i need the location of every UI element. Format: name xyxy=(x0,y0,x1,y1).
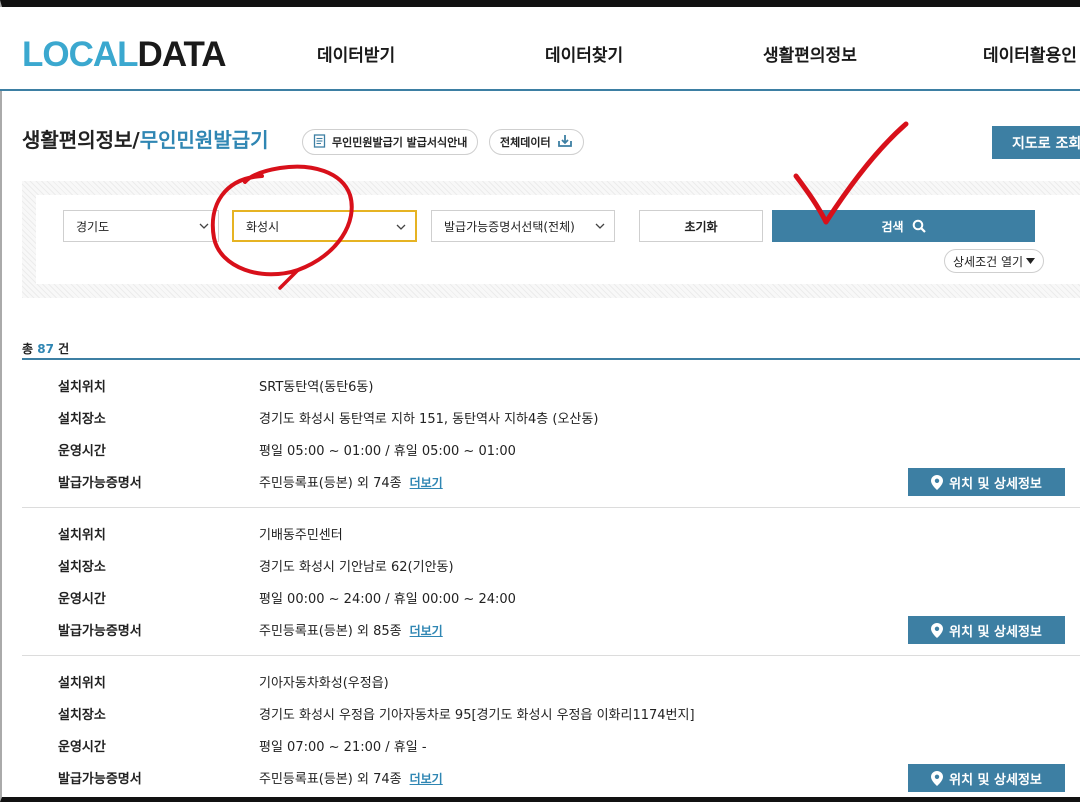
caret-down-icon xyxy=(1026,258,1036,264)
chevron-down-icon xyxy=(396,224,406,230)
result-count-number: 87 xyxy=(37,342,54,356)
location-detail-button[interactable]: 위치 및 상세정보 xyxy=(908,764,1065,792)
available-certificates: 주민등록표(등본) 외 85종 더보기 xyxy=(259,624,443,639)
more-link[interactable]: 더보기 xyxy=(410,772,443,786)
install-location: SRT동탄역(동탄6동) xyxy=(259,380,374,395)
record-row: 설치장소 경기도 화성시 우정읍 기아자동차로 95[경기도 화성시 우정읍 이… xyxy=(22,704,1080,724)
nav-data-use[interactable]: 데이터활용인 xyxy=(983,41,1077,66)
list-item: 설치위치 기배동주민센터 설치장소 경기도 화성시 기안남로 62(기안동) 운… xyxy=(22,508,1080,656)
form-guide-button[interactable]: 무인민원발급기 발급서식안내 xyxy=(302,129,479,155)
operating-hours: 평일 07:00 ~ 21:00 / 휴일 - xyxy=(259,740,427,755)
record-row: 설치위치 기배동주민센터 xyxy=(22,524,1080,544)
operating-hours: 평일 00:00 ~ 24:00 / 휴일 00:00 ~ 24:00 xyxy=(259,592,516,607)
record-row: 운영시간 평일 05:00 ~ 01:00 / 휴일 05:00 ~ 01:00 xyxy=(22,440,1080,460)
map-view-button[interactable]: 지도로 조회 xyxy=(992,126,1080,159)
province-select[interactable]: 경기도 xyxy=(63,210,219,242)
result-count: 총 87 건 xyxy=(22,342,70,356)
record-row: 운영시간 평일 00:00 ~ 24:00 / 휴일 00:00 ~ 24:00 xyxy=(22,588,1080,608)
nav-data-download[interactable]: 데이터받기 xyxy=(317,41,395,66)
record-row: 설치위치 SRT동탄역(동탄6동) xyxy=(22,376,1080,396)
more-link[interactable]: 더보기 xyxy=(410,476,443,490)
install-location: 기배동주민센터 xyxy=(259,528,343,543)
reset-button[interactable]: 초기화 xyxy=(639,210,763,242)
site-logo[interactable]: LOCALDATA xyxy=(22,35,227,75)
all-data-download-button[interactable]: 전체데이터 xyxy=(489,129,584,155)
title-sub: 무인민원발급기 xyxy=(139,128,269,152)
search-icon xyxy=(912,219,926,233)
chevron-down-icon xyxy=(199,223,209,229)
record-row: 설치장소 경기도 화성시 기안남로 62(기안동) xyxy=(22,556,1080,576)
map-pin-icon xyxy=(931,622,944,638)
page-title: 생활편의정보/무인민원발급기 xyxy=(22,128,269,152)
install-address: 경기도 화성시 우정읍 기아자동차로 95[경기도 화성시 우정읍 이화리117… xyxy=(259,708,695,723)
install-address: 경기도 화성시 동탄역로 지하 151, 동탄역사 지하4층 (오산동) xyxy=(259,412,599,427)
list-item: 설치위치 SRT동탄역(동탄6동) 설치장소 경기도 화성시 동탄역로 지하 1… xyxy=(22,360,1080,508)
available-certificates: 주민등록표(등본) 외 74종 더보기 xyxy=(259,476,443,491)
title-main: 생활편의정보 xyxy=(22,128,133,152)
record-row: 설치장소 경기도 화성시 동탄역로 지하 151, 동탄역사 지하4층 (오산동… xyxy=(22,408,1080,428)
nav-living-info[interactable]: 생활편의정보 xyxy=(763,41,857,66)
map-pin-icon xyxy=(931,474,944,490)
more-link[interactable]: 더보기 xyxy=(410,624,443,638)
detail-conditions-toggle[interactable]: 상세조건 열기 xyxy=(944,249,1045,273)
city-select[interactable]: 화성시 xyxy=(232,210,417,242)
location-detail-button[interactable]: 위치 및 상세정보 xyxy=(908,468,1065,496)
operating-hours: 평일 05:00 ~ 01:00 / 휴일 05:00 ~ 01:00 xyxy=(259,444,516,459)
document-icon xyxy=(313,133,326,151)
location-detail-button[interactable]: 위치 및 상세정보 xyxy=(908,616,1065,644)
map-pin-icon xyxy=(931,770,944,786)
download-icon xyxy=(557,134,573,151)
certificate-select[interactable]: 발급가능증명서선택(전체) xyxy=(431,210,615,242)
list-item: 설치위치 기아자동차화성(우정읍) 설치장소 경기도 화성시 우정읍 기아자동차… xyxy=(22,656,1080,802)
site-header: LOCALDATA 데이터받기 데이터찾기 생활편의정보 데이터활용인 xyxy=(0,7,1080,91)
install-location: 기아자동차화성(우정읍) xyxy=(259,676,389,691)
chevron-down-icon xyxy=(595,223,605,229)
nav-data-search[interactable]: 데이터찾기 xyxy=(545,41,623,66)
record-row: 운영시간 평일 07:00 ~ 21:00 / 휴일 - xyxy=(22,736,1080,756)
record-row: 설치위치 기아자동차화성(우정읍) xyxy=(22,672,1080,692)
install-address: 경기도 화성시 기안남로 62(기안동) xyxy=(259,560,454,575)
available-certificates: 주민등록표(등본) 외 74종 더보기 xyxy=(259,772,443,787)
search-button[interactable]: 검색 xyxy=(772,210,1035,242)
